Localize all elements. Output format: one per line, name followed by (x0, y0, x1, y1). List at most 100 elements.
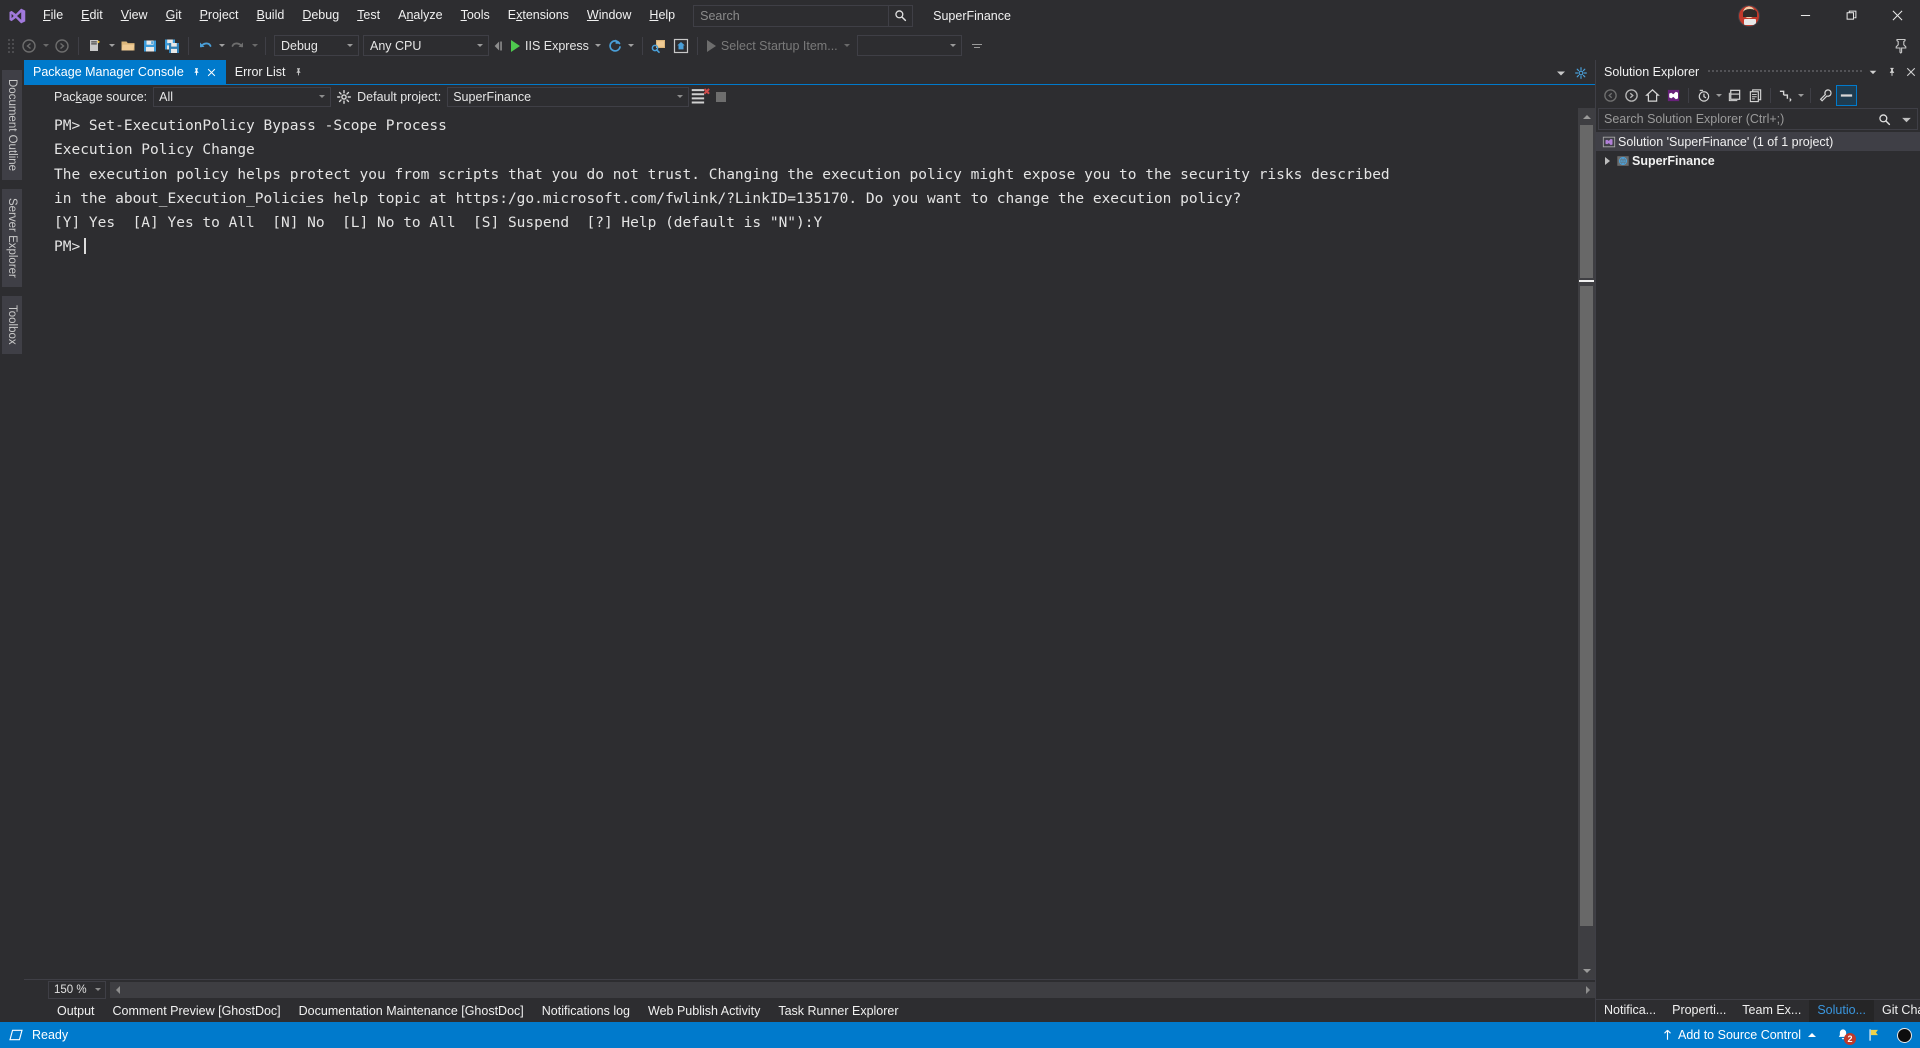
tab-settings-icon[interactable] (1571, 60, 1591, 85)
sidebar-item-toolbox[interactable]: Toolbox (2, 295, 22, 354)
pin-window-icon[interactable] (1890, 35, 1912, 57)
panel-tab-team-explorer[interactable]: Team Ex... (1734, 1000, 1809, 1022)
feedback-flag-icon[interactable] (1860, 1022, 1888, 1048)
scroll-down-icon[interactable] (1578, 962, 1595, 979)
restore-button[interactable] (1828, 0, 1874, 31)
select-startup-item-dropdown-icon[interactable] (842, 35, 853, 57)
extra-target-combo[interactable] (856, 35, 962, 56)
scroll-left-icon[interactable] (110, 982, 125, 998)
solution-platform-combo[interactable]: Any CPU (363, 35, 489, 56)
dock-tab-documentation-maintenance[interactable]: Documentation Maintenance [GhostDoc] (290, 1002, 533, 1022)
minimize-button[interactable] (1782, 0, 1828, 31)
menu-view[interactable]: View (112, 0, 157, 31)
header-drag-dots[interactable] (1707, 69, 1863, 74)
pin-icon[interactable] (1882, 60, 1901, 83)
back-icon[interactable] (1600, 85, 1621, 106)
pin-icon[interactable] (189, 60, 204, 85)
dock-tab-comment-preview[interactable]: Comment Preview [GhostDoc] (104, 1002, 290, 1022)
menu-file[interactable]: File (34, 0, 72, 31)
console-horizontal-scrollbar[interactable] (110, 981, 1595, 998)
global-search-box[interactable] (693, 4, 914, 27)
menu-help[interactable]: Help (640, 0, 684, 31)
scroll-right-icon[interactable] (1580, 982, 1595, 998)
forward-icon[interactable] (1621, 85, 1642, 106)
tree-node-project-superfinance[interactable]: SuperFinance (1596, 151, 1920, 170)
sidebar-item-server-explorer[interactable]: Server Explorer (2, 189, 22, 287)
menu-window[interactable]: Window (578, 0, 640, 31)
show-all-files-icon[interactable] (1745, 85, 1766, 106)
stop-operation-icon[interactable] (711, 86, 731, 108)
solution-explorer-search[interactable] (1598, 108, 1918, 130)
new-project-dropdown-icon[interactable] (106, 35, 117, 57)
tab-package-manager-console[interactable]: Package Manager Console (24, 60, 226, 84)
add-to-source-control-label[interactable]: Add to Source Control (1678, 1028, 1801, 1042)
menu-git[interactable]: Git (157, 0, 191, 31)
dock-tab-notifications-log[interactable]: Notifications log (533, 1002, 639, 1022)
dock-tab-output[interactable]: Output (48, 1002, 104, 1022)
menu-project[interactable]: Project (191, 0, 248, 31)
sync-dropdown-icon[interactable] (1796, 85, 1806, 106)
avatar[interactable] (1738, 4, 1760, 27)
solution-explorer-search-input[interactable] (1599, 112, 1873, 126)
preview-selected-items-icon[interactable] (1836, 84, 1857, 106)
toolbar-overflow-icon[interactable] (970, 35, 984, 57)
tree-node-solution[interactable]: Solution 'SuperFinance' (1 of 1 project) (1596, 132, 1920, 151)
navigate-forward-icon[interactable] (51, 35, 73, 57)
menu-edit[interactable]: Edit (72, 0, 112, 31)
scroll-up-icon[interactable] (1578, 108, 1595, 125)
new-project-icon[interactable] (84, 35, 106, 57)
panel-tab-notifications[interactable]: Notifica... (1596, 1000, 1664, 1022)
pin-icon[interactable] (291, 60, 306, 85)
chevron-up-icon[interactable] (1808, 1033, 1816, 1037)
scrollbar-thumb-lower[interactable] (1580, 286, 1593, 926)
sync-with-active-document-icon[interactable] (1775, 85, 1796, 106)
zoom-level-combo[interactable]: 150 % (48, 980, 106, 999)
redo-icon[interactable] (227, 35, 249, 57)
tab-list-dropdown-icon[interactable] (1551, 60, 1571, 85)
dock-tab-web-publish-activity[interactable]: Web Publish Activity (639, 1002, 769, 1022)
console-output[interactable]: PM> Set-ExecutionPolicy Bypass -Scope Pr… (24, 108, 1578, 979)
search-options-dropdown-icon[interactable] (1895, 109, 1917, 129)
clear-console-icon[interactable] (689, 86, 711, 108)
home-icon[interactable] (1642, 85, 1663, 106)
search-icon[interactable] (1873, 109, 1895, 129)
bell-icon[interactable]: 2 (1826, 1022, 1860, 1048)
default-project-combo[interactable]: SuperFinance (447, 86, 690, 107)
menu-test[interactable]: Test (348, 0, 389, 31)
panel-tab-solution-explorer[interactable]: Solutio... (1809, 1000, 1874, 1022)
toolbar-grip[interactable] (6, 36, 15, 55)
navigate-back-icon[interactable] (18, 35, 40, 57)
upload-arrow-icon[interactable] (1656, 1022, 1678, 1048)
menu-analyze[interactable]: Analyze (389, 0, 451, 31)
save-all-icon[interactable] (161, 35, 183, 57)
global-search-input[interactable] (694, 8, 889, 23)
close-icon[interactable] (204, 60, 220, 85)
undo-dropdown-icon[interactable] (216, 35, 227, 57)
properties-icon[interactable] (1815, 85, 1836, 106)
menu-tools[interactable]: Tools (452, 0, 499, 31)
close-icon[interactable] (1901, 60, 1920, 83)
chevron-right-icon[interactable] (1600, 151, 1614, 170)
collapse-all-icon[interactable] (1724, 85, 1745, 106)
open-file-icon[interactable] (117, 35, 139, 57)
hot-reload-dropdown-icon[interactable] (626, 35, 637, 57)
pending-changes-dropdown-icon[interactable] (1714, 85, 1724, 106)
package-source-combo[interactable]: All (153, 86, 332, 107)
panel-tab-git-changes[interactable]: Git Cha... (1874, 1000, 1920, 1022)
solution-view-icon[interactable] (1663, 85, 1684, 106)
scrollbar-thumb-upper[interactable] (1580, 125, 1593, 278)
pending-changes-icon[interactable] (1693, 85, 1714, 106)
solution-configuration-combo[interactable]: Debug (274, 35, 359, 56)
save-icon[interactable] (139, 35, 161, 57)
sidebar-item-document-outline[interactable]: Document Outline (2, 70, 22, 181)
navigate-back-dropdown-icon[interactable] (40, 35, 51, 57)
live-preview-icon[interactable] (648, 35, 670, 57)
undo-icon[interactable] (194, 35, 216, 57)
menu-build[interactable]: Build (248, 0, 294, 31)
chevron-down-icon[interactable] (1863, 60, 1882, 83)
dock-tab-task-runner-explorer[interactable]: Task Runner Explorer (769, 1002, 907, 1022)
panel-tab-properties[interactable]: Properti... (1664, 1000, 1734, 1022)
attach-dropdown-icon[interactable] (489, 35, 507, 57)
console-vertical-scrollbar[interactable] (1578, 108, 1595, 979)
tab-error-list[interactable]: Error List (226, 60, 312, 84)
